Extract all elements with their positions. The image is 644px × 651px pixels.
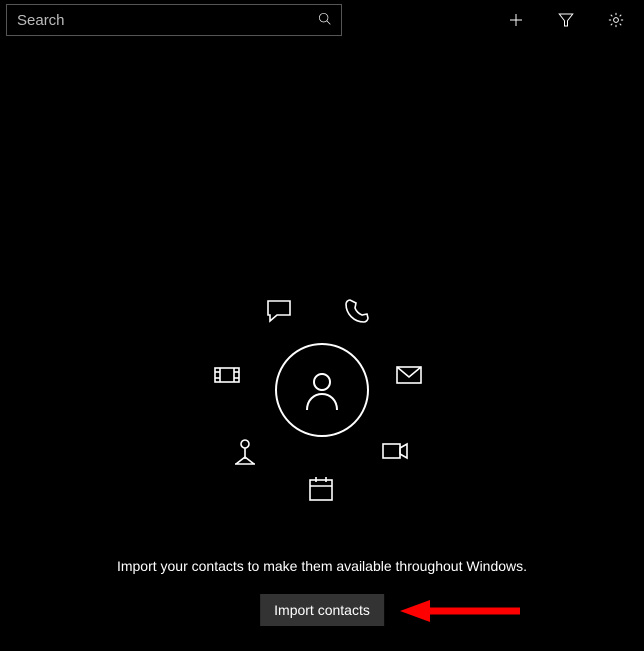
mail-icon: [392, 358, 426, 392]
empty-state-graphic: [0, 280, 644, 520]
annotation-arrow: [400, 598, 520, 624]
import-contacts-button[interactable]: Import contacts: [260, 594, 384, 626]
contact-center-icon: [275, 343, 369, 437]
map-pin-icon: [228, 434, 262, 468]
film-icon: [210, 358, 244, 392]
phone-icon: [340, 294, 374, 328]
settings-button[interactable]: [594, 4, 638, 36]
search-input[interactable]: [15, 11, 317, 30]
add-button[interactable]: [494, 4, 538, 36]
empty-state-message: Import your contacts to make them availa…: [0, 558, 644, 574]
calendar-icon: [304, 472, 338, 506]
chat-icon: [262, 294, 296, 328]
filter-button[interactable]: [544, 4, 588, 36]
search-icon[interactable]: [317, 11, 333, 30]
search-box[interactable]: [6, 4, 342, 36]
video-icon: [378, 434, 412, 468]
